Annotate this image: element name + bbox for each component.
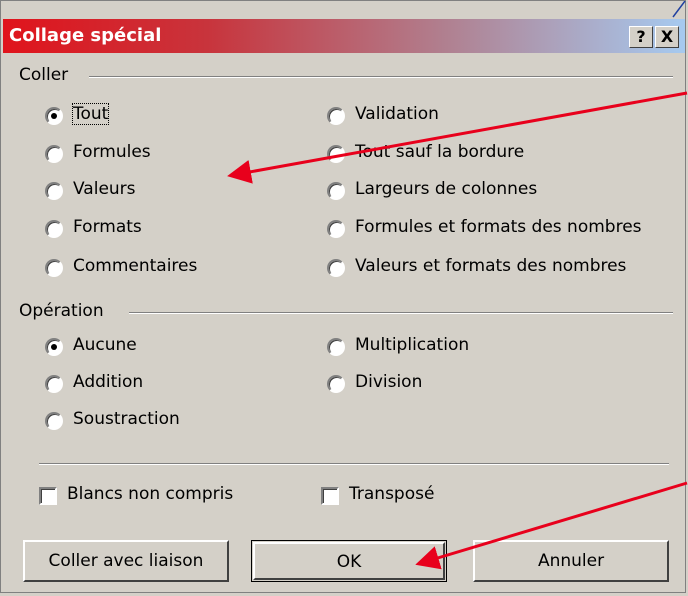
paste-link-button[interactable]: Coller avec liaison — [23, 540, 229, 582]
radio-label: Formules — [73, 142, 151, 162]
radio-button[interactable] — [327, 182, 345, 200]
radio-label: Multiplication — [355, 335, 470, 355]
radio-label: Tout — [71, 103, 110, 125]
radio-label: Formules et formats des nombres — [355, 217, 642, 237]
radio-label: Aucune — [73, 335, 137, 355]
radio-label: Valeurs — [73, 179, 136, 199]
close-button[interactable]: X — [655, 26, 679, 48]
radio-label: Largeurs de colonnes — [355, 179, 538, 199]
radio-label: Commentaires — [73, 256, 198, 276]
radio-button[interactable] — [45, 107, 63, 125]
radio-label: Validation — [355, 104, 439, 124]
radio-button[interactable] — [45, 412, 63, 430]
radio-button[interactable] — [327, 220, 345, 238]
radio-button[interactable] — [45, 375, 63, 393]
radio-button[interactable] — [327, 259, 345, 277]
annotation-arrows — [227, 1, 688, 570]
annotation-arrow-top — [672, 1, 686, 18]
annotation-arrow-values — [227, 91, 688, 184]
radio-label: Addition — [73, 372, 144, 392]
radio-button[interactable] — [45, 259, 63, 277]
radio-button[interactable] — [45, 338, 63, 356]
operation-group-label: Opération — [19, 301, 104, 321]
window-title: Collage spécial — [9, 25, 162, 46]
paste-special-dialog: Collage spécial ? X Coller Tout Formules… — [0, 0, 688, 593]
radio-button[interactable] — [327, 107, 345, 125]
radio-button[interactable] — [45, 182, 63, 200]
skip-blanks-label: Blancs non compris — [67, 484, 234, 504]
paste-group-label: Coller — [19, 65, 69, 85]
cancel-button[interactable]: Annuler — [473, 540, 669, 582]
radio-label: Soustraction — [73, 409, 180, 429]
radio-label: Division — [355, 372, 423, 392]
radio-label: Tout sauf la bordure — [355, 142, 525, 162]
radio-button[interactable] — [45, 145, 63, 163]
radio-label: Formats — [73, 217, 142, 237]
transpose-label: Transposé — [349, 484, 435, 504]
transpose-checkbox[interactable] — [321, 487, 339, 505]
radio-label: Valeurs et formats des nombres — [355, 256, 627, 276]
ok-button[interactable]: OK — [251, 540, 447, 582]
ok-button-label: OK — [253, 542, 445, 580]
radio-button[interactable] — [327, 375, 345, 393]
radio-button[interactable] — [327, 145, 345, 163]
help-button[interactable]: ? — [629, 26, 653, 48]
radio-button[interactable] — [45, 220, 63, 238]
radio-button[interactable] — [327, 338, 345, 356]
operation-group-line — [129, 312, 673, 314]
paste-group-line — [89, 76, 673, 78]
separator — [39, 463, 669, 465]
skip-blanks-checkbox[interactable] — [39, 487, 57, 505]
title-bar[interactable]: Collage spécial ? X — [3, 19, 685, 53]
